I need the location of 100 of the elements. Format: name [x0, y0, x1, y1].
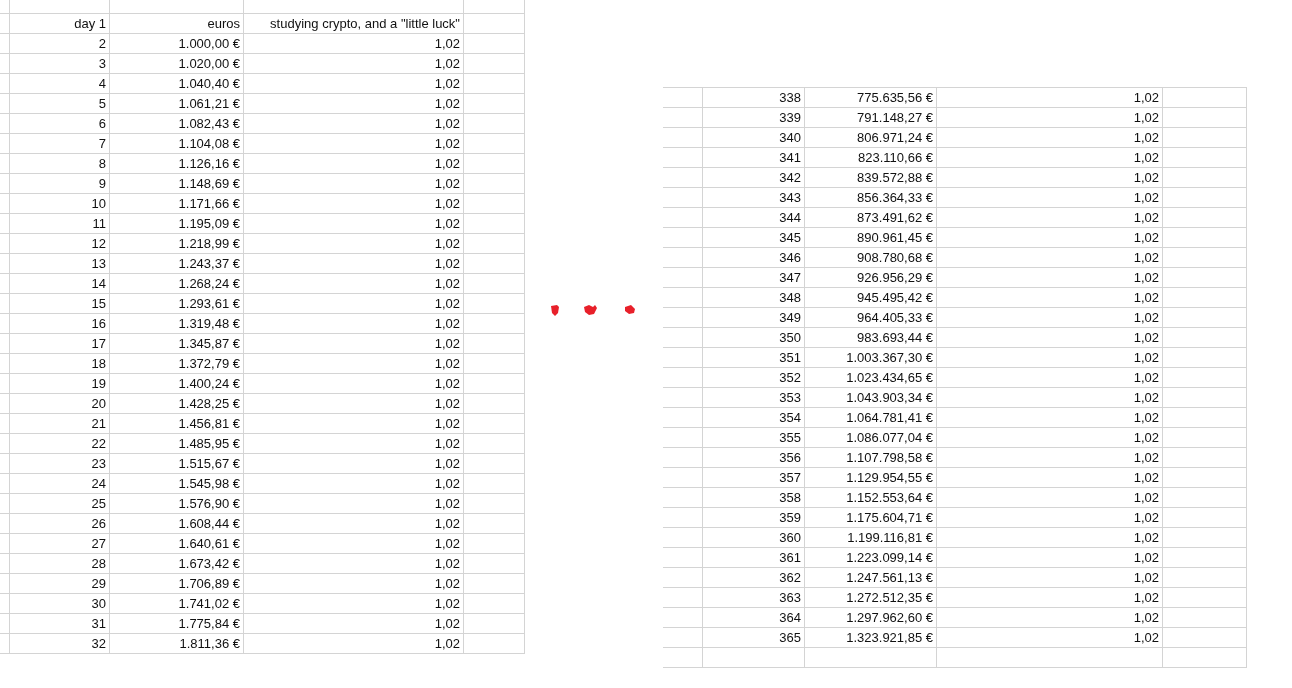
table-cell: 1.086.077,04 €: [846, 431, 933, 444]
table-cell: 1,02: [1133, 171, 1159, 184]
table-cell: 1.297.962,60 €: [846, 611, 933, 624]
table-cell: 349: [779, 311, 801, 324]
table-cell: 351: [779, 351, 801, 364]
table-cell: 1,02: [1133, 131, 1159, 144]
table-cell: 1,02: [1133, 291, 1159, 304]
table-cell: 1,02: [434, 337, 460, 350]
table-cell: 1,02: [1133, 271, 1159, 284]
table-cell: 1,02: [434, 257, 460, 270]
table-cell: 348: [779, 291, 801, 304]
table-cell: 340: [779, 131, 801, 144]
table-cell: 1.608,44 €: [178, 517, 240, 530]
table-cell: 1,02: [434, 97, 460, 110]
table-cell: 1.040,40 €: [178, 77, 240, 90]
table-cell: 339: [779, 111, 801, 124]
table-cell: 1.247.561,13 €: [846, 571, 933, 584]
table-cell: 359: [779, 511, 801, 524]
table-cell: 30: [91, 597, 106, 610]
table-cell: 964.405,33 €: [857, 311, 933, 324]
table-cell: 1.400,24 €: [178, 377, 240, 390]
table-cell: 26: [91, 517, 106, 530]
empty-cell: [663, 648, 703, 668]
table-cell: 364: [779, 611, 801, 624]
table-cell: 1.345,87 €: [178, 337, 240, 350]
table-cell: 352: [779, 371, 801, 384]
table-cell: 1.000,00 €: [178, 37, 240, 50]
table-cell: 1.775,84 €: [178, 617, 240, 630]
table-cell: 22: [91, 437, 106, 450]
table-cell: 19: [91, 377, 106, 390]
table-cell: 1.023.434,65 €: [846, 371, 933, 384]
table-cell: 1.272.512,35 €: [846, 591, 933, 604]
table-cell: 926.956,29 €: [857, 271, 933, 284]
table-cell: 1,02: [1133, 631, 1159, 644]
table-cell: 1,02: [434, 617, 460, 630]
table-cell: 347: [779, 271, 801, 284]
table-cell: 806.971,24 €: [857, 131, 933, 144]
table-cell: 13: [91, 257, 106, 270]
table-cell: 1.741,02 €: [178, 597, 240, 610]
table-cell: 1.129.954,55 €: [846, 471, 933, 484]
table-cell: 1,02: [1133, 211, 1159, 224]
table-cell: 1.195,09 €: [178, 217, 240, 230]
table-cell: 1,02: [434, 377, 460, 390]
table-cell: 1,02: [1133, 251, 1159, 264]
table-cell: 21: [91, 417, 106, 430]
table-cell: 24: [91, 477, 106, 490]
table-cell: 1,02: [434, 197, 460, 210]
table-cell: 10: [91, 197, 106, 210]
table-cell: 1,02: [434, 517, 460, 530]
table-cell: 2: [98, 37, 106, 50]
table-cell: 1,02: [434, 177, 460, 190]
table-cell: 360: [779, 531, 801, 544]
table-cell: 1,02: [434, 577, 460, 590]
table-cell: 1,02: [1133, 111, 1159, 124]
table-cell: 1,02: [1133, 471, 1159, 484]
table-cell: 1.061,21 €: [178, 97, 240, 110]
table-cell: 1.064.781,41 €: [846, 411, 933, 424]
table-cell: 1.515,67 €: [178, 457, 240, 470]
table-cell: 28: [91, 557, 106, 570]
table-cell: studying crypto, and a "little luck": [270, 17, 460, 30]
table-cell: 1,02: [1133, 371, 1159, 384]
table-cell: 7: [98, 137, 106, 150]
table-cell: 1.673,42 €: [178, 557, 240, 570]
table-cell: 1,02: [434, 77, 460, 90]
table-cell: 1,02: [434, 437, 460, 450]
table-cell: 344: [779, 211, 801, 224]
table-cell: 1.706,89 €: [178, 577, 240, 590]
table-cell: 341: [779, 151, 801, 164]
table-cell: 16: [91, 317, 106, 330]
table-cell: 23: [91, 457, 106, 470]
table-cell: 1,02: [1133, 151, 1159, 164]
table-cell: 1.171,66 €: [178, 197, 240, 210]
table-cell: 791.148,27 €: [857, 111, 933, 124]
table-cell: 1.003.367,30 €: [846, 351, 933, 364]
table-cell: 1.175.604,71 €: [846, 511, 933, 524]
table-cell: 1.223.099,14 €: [846, 551, 933, 564]
table-cell: 345: [779, 231, 801, 244]
table-cell: 1.319,48 €: [178, 317, 240, 330]
table-cell: 1,02: [1133, 351, 1159, 364]
table-cell: 1.811,36 €: [179, 637, 240, 650]
table-cell: 1,02: [434, 357, 460, 370]
table-cell: 823.110,66 €: [858, 151, 933, 164]
table-cell: 1.268,24 €: [178, 277, 240, 290]
table-cell: 5: [98, 97, 106, 110]
table-cell: 32: [91, 637, 106, 650]
table-cell: 1,02: [1133, 91, 1159, 104]
table-cell: 1.020,00 €: [178, 57, 240, 70]
table-cell: 1,02: [1133, 191, 1159, 204]
table-cell: 1,02: [434, 477, 460, 490]
table-cell: 362: [779, 571, 801, 584]
table-cell: 1,02: [434, 557, 460, 570]
table-cell: 1,02: [1133, 391, 1159, 404]
table-cell: euros: [207, 17, 240, 30]
table-cell: 1,02: [1133, 611, 1159, 624]
table-cell: 1.372,79 €: [178, 357, 240, 370]
table-cell: 1,02: [1133, 331, 1159, 344]
table-cell: 1,02: [434, 597, 460, 610]
table-cell: 14: [91, 277, 106, 290]
table-cell: 1.293,61 €: [178, 297, 240, 310]
table-cell: 354: [779, 411, 801, 424]
